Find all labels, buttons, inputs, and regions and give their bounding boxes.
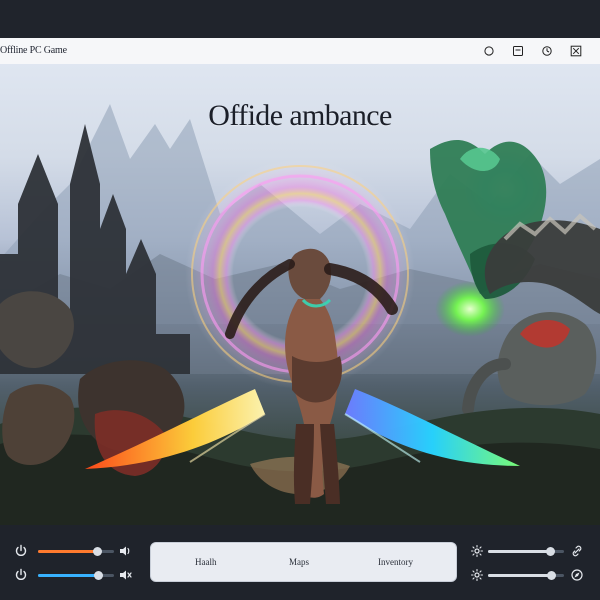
game-scene: Offide ambance: [0, 64, 600, 525]
left-top-slider-fill: [38, 550, 98, 553]
left-bottom-slider-knob[interactable]: [94, 571, 104, 580]
desktop-top-band: [0, 0, 600, 38]
tab-health[interactable]: Haalh: [195, 543, 217, 581]
power-icon[interactable]: [14, 568, 28, 582]
clock-icon[interactable]: [540, 44, 553, 57]
tab-inventory[interactable]: Inventory: [378, 543, 413, 581]
right-bottom-slider-knob[interactable]: [547, 571, 557, 580]
left-bottom-slider-fill: [38, 574, 99, 577]
right-controls: [470, 538, 590, 588]
right-bottom-slider-fill: [488, 574, 552, 577]
compass-icon[interactable]: [570, 568, 584, 582]
right-top-slider[interactable]: [488, 547, 564, 556]
right-top-slider-fill: [488, 550, 551, 553]
right-bottom-slider[interactable]: [488, 571, 564, 580]
main-tab-bar: Haalh Maps Inventory: [150, 542, 457, 582]
tab-maps[interactable]: Maps: [289, 543, 309, 581]
right-top-slider-knob[interactable]: [545, 547, 555, 556]
settings-icon[interactable]: [470, 568, 484, 582]
window-title: Offline PC Game: [0, 45, 67, 56]
left-top-slider-knob[interactable]: [92, 547, 102, 556]
speaker-icon[interactable]: [118, 544, 132, 558]
window-icon[interactable]: [511, 44, 524, 57]
settings-icon[interactable]: [470, 544, 484, 558]
window-controls: [482, 44, 582, 57]
left-controls: [14, 538, 144, 588]
left-bottom-slider[interactable]: [38, 571, 114, 580]
power-icon[interactable]: [14, 544, 28, 558]
close-icon[interactable]: [569, 44, 582, 57]
game-window: Offline PC Game Offide ambance: [0, 38, 600, 525]
bottom-control-bar: Haalh Maps Inventory: [0, 525, 600, 600]
left-top-slider[interactable]: [38, 547, 114, 556]
window-titlebar: Offline PC Game: [0, 38, 600, 65]
mute-icon[interactable]: [118, 568, 132, 582]
link-icon[interactable]: [570, 544, 584, 558]
scene-title: Offide ambance: [208, 99, 392, 132]
circle-icon[interactable]: [482, 44, 495, 57]
